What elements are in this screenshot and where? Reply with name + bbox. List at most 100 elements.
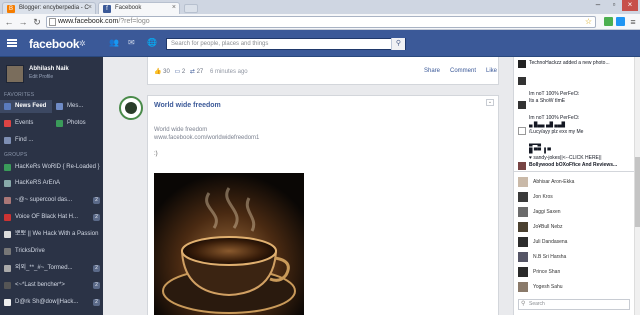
comment-button[interactable]: Comment <box>450 68 476 74</box>
post-stats: 👍 30 ▭ 2 ⇄ 27 6 minutes ago <box>154 68 248 75</box>
news-feed: 👍 30 ▭ 2 ⇄ 27 6 minutes ago Share Commen… <box>103 57 513 315</box>
find-friends-icon <box>4 137 11 144</box>
chevron-down-icon[interactable]: ⌄ <box>486 99 494 106</box>
page-icon <box>49 18 56 26</box>
sidebar-item-group[interactable]: HacKeRs WoRlD { Re-Loaded } <box>0 161 103 174</box>
left-sidebar: Abhilash Naik Edit Profile FAVORITES New… <box>0 57 103 315</box>
post-time[interactable]: 6 minutes ago <box>210 69 248 75</box>
star-icon[interactable]: ☆ <box>585 17 592 27</box>
contact-name: Jaggi Saxen <box>533 209 561 215</box>
chat-contact[interactable]: Yogesh Sahu <box>518 280 630 294</box>
notifications-icon[interactable]: 🌐 <box>147 38 157 48</box>
extension-icon[interactable] <box>604 17 613 26</box>
sidebar-item-label: D@rk Sh@dow||Hack... <box>15 299 79 305</box>
share-button[interactable]: Share <box>424 68 440 74</box>
group-icon <box>4 180 11 187</box>
chat-contact[interactable]: Juli Dandasena <box>518 235 630 249</box>
maximize-icon[interactable]: ▫ <box>606 0 622 11</box>
page-avatar[interactable] <box>119 96 143 120</box>
avatar <box>518 101 526 109</box>
sidebar-item-group[interactable]: ~@~ supercool das... 2 <box>0 194 103 207</box>
sidebar-item-label: <~*Last bencher*> <box>15 282 65 288</box>
chat-contact[interactable]: Jo¥Bull Nebz <box>518 220 630 234</box>
ticker-item[interactable]: Bollywood bOXoFfice And Reviews... <box>518 162 630 170</box>
post-photo[interactable] <box>154 173 304 315</box>
close-icon[interactable]: × <box>88 4 92 11</box>
new-tab-button[interactable] <box>184 4 198 13</box>
like-icon[interactable]: 👍 <box>154 69 161 75</box>
close-icon[interactable]: × <box>172 4 176 11</box>
sidebar-item-group[interactable]: Voice OF Black Hat H... 2 <box>0 211 103 224</box>
comment-icon[interactable]: ▭ <box>175 69 181 75</box>
search-placeholder: Search for people, places and things <box>171 41 269 47</box>
chat-contact[interactable]: Jaggi Saxen <box>518 205 630 219</box>
avatar <box>518 237 528 247</box>
avatar <box>518 127 526 135</box>
comment-count[interactable]: 2 <box>182 69 185 75</box>
ticker-item[interactable]: TechnoHackzz added a new photo... <box>518 60 630 68</box>
sidebar-item-find-friends[interactable]: Find ... <box>0 134 52 147</box>
ticker-text: ▄▬▄ █ ▀▀ ▐ ▀ ♥ sandy-jokes||<--CLICK HER… <box>529 141 602 161</box>
settings-icon[interactable]: ✲ <box>79 39 86 48</box>
scrollbar-thumb[interactable] <box>635 157 640 227</box>
chat-contact[interactable]: Jon Kros <box>518 190 630 204</box>
group-icon <box>4 214 11 221</box>
share-count[interactable]: 27 <box>197 69 204 75</box>
contact-name: Abhisar Aron-Ekka <box>533 179 575 185</box>
search-icon[interactable]: ⚲ <box>391 38 405 50</box>
avatar <box>518 252 528 262</box>
sidebar-item-messages[interactable]: Mes... <box>52 100 103 113</box>
minimize-icon[interactable]: – <box>590 0 606 11</box>
forward-icon[interactable]: → <box>17 16 29 28</box>
notification-count: 2 <box>93 282 100 289</box>
sidebar-item-group[interactable]: D@rk Sh@dow||Hack... 2 <box>0 296 103 309</box>
menu-icon[interactable]: ≡ <box>627 16 639 28</box>
post-author[interactable]: World wide freedom <box>154 102 221 109</box>
sidebar-item-photos[interactable]: Photos <box>52 117 103 130</box>
share-icon[interactable]: ⇄ <box>190 69 195 75</box>
like-count[interactable]: 30 <box>163 69 170 75</box>
sidebar-item-group[interactable]: <~*Last bencher*> 2 <box>0 279 103 292</box>
sidebar-item-news-feed[interactable]: News Feed <box>0 100 52 113</box>
scrollbar[interactable] <box>634 57 640 315</box>
sidebar-item-group[interactable]: 뽀뽀 || We Hack With a Passion <box>0 228 103 241</box>
chat-contact[interactable]: N.B Sri Harsha <box>518 250 630 264</box>
notification-count: 2 <box>93 214 100 221</box>
extension-icon[interactable] <box>616 17 625 26</box>
chat-search-input[interactable]: ⚲ Search <box>518 299 630 310</box>
contact-name: Yogesh Sahu <box>533 284 563 290</box>
facebook-logo[interactable]: facebook <box>29 37 80 51</box>
back-icon[interactable]: ← <box>3 16 15 28</box>
address-bar[interactable]: www.facebook.com/?ref=logo ☆ <box>46 16 596 28</box>
notification-count: 2 <box>93 197 100 204</box>
sidebar-item-group[interactable]: TricksDrive <box>0 245 103 258</box>
friend-requests-icon[interactable]: 👥 <box>109 38 119 48</box>
profile-name[interactable]: Abhilash Naik <box>29 66 69 72</box>
like-button[interactable]: Like <box>486 68 497 74</box>
messages-icon[interactable]: ✉ <box>128 38 138 48</box>
avatar <box>518 60 526 68</box>
avatar[interactable] <box>6 65 24 83</box>
facebook-icon: f <box>103 5 111 13</box>
chat-contact[interactable]: Abhisar Aron-Ekka <box>518 175 630 189</box>
post-link[interactable]: www.facebook.com/worldwidefreedom1 <box>154 135 259 141</box>
tab-blogger[interactable]: B Blogger: encyberpedia - C × <box>2 2 96 14</box>
sidebar-item-label: Find ... <box>15 137 34 143</box>
search-input[interactable]: Search for people, places and things ⚲ <box>166 38 406 50</box>
sidebar-item-events[interactable]: Events <box>0 117 52 130</box>
menu-icon[interactable] <box>7 39 17 47</box>
facebook-header: facebook ✲ 👥 ✉ 🌐 Search for people, plac… <box>0 30 640 57</box>
sidebar-item-label: ~@~ supercool das... <box>15 197 73 203</box>
sidebar-item-group[interactable]: 외외_**_#~_Tormed... 2 <box>0 262 103 275</box>
tab-facebook[interactable]: f Facebook × <box>98 2 180 14</box>
sidebar-item-label: Mes... <box>67 103 84 109</box>
group-icon <box>4 164 11 171</box>
chat-contact[interactable]: Prince Shan <box>518 265 630 279</box>
ticker-text: Bollywood bOXoFfice And Reviews... <box>529 162 618 168</box>
sidebar-item-group[interactable]: HacKeRS ArEnA <box>0 177 103 190</box>
edit-profile-link[interactable]: Edit Profile <box>29 74 53 80</box>
sidebar-item-label: TricksDrive <box>15 248 45 254</box>
reload-icon[interactable]: ↻ <box>31 16 43 28</box>
events-icon <box>4 120 11 127</box>
window-close-icon[interactable]: × <box>622 0 638 11</box>
